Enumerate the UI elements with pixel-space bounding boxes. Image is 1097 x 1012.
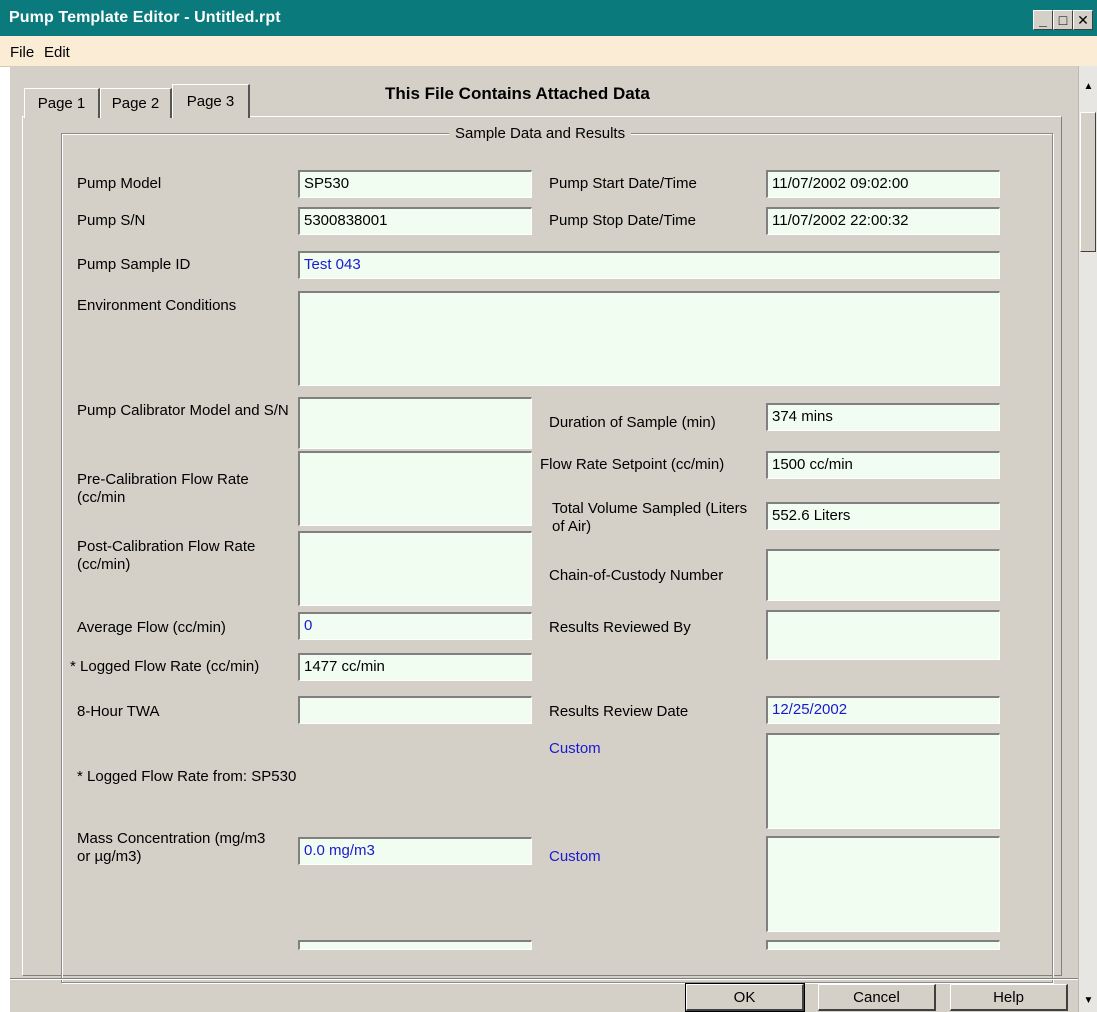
pump-sn-field[interactable]: 5300838001 [298,207,532,235]
close-button[interactable]: ✕ [1073,10,1093,30]
groupbox-title: Sample Data and Results [449,125,632,142]
title-bar[interactable]: Pump Template Editor - Untitled.rpt _ □ … [0,0,1097,36]
maximize-button[interactable]: □ [1053,10,1073,30]
cancel-button[interactable]: Cancel [818,984,936,1011]
environment-field[interactable] [298,291,1000,386]
pump-model-label: Pump Model [77,175,162,192]
twa-field[interactable] [298,696,532,724]
pump-stop-label: Pump Stop Date/Time [549,212,697,229]
review-date-field[interactable]: 12/25/2002 [766,696,1000,724]
custom-2-field[interactable] [766,836,1000,932]
logged-flow-note: * Logged Flow Rate from: SP530 [77,768,297,785]
environment-label: Environment Conditions [77,297,237,314]
partial-field-left[interactable] [298,940,532,950]
tab-page-2[interactable]: Page 2 [100,88,172,118]
reviewed-by-field[interactable] [766,610,1000,660]
setpoint-field[interactable]: 1500 cc/min [766,451,1000,479]
post-cal-label: Post-Calibration Flow Rate (cc/min) [77,538,256,573]
custom-2-label: Custom [549,848,601,865]
help-button[interactable]: Help [950,984,1068,1011]
scroll-down-arrow-icon[interactable]: ▼ [1081,992,1096,1009]
sample-id-label: Pump Sample ID [77,256,191,273]
menu-bar: File Edit [0,36,1097,67]
total-volume-field[interactable]: 552.6 Liters [766,502,1000,530]
pump-start-field[interactable]: 11/07/2002 09:02:00 [766,170,1000,198]
chain-custody-field[interactable] [766,549,1000,601]
menu-edit[interactable]: Edit [44,44,70,61]
pre-cal-field[interactable] [298,451,532,526]
pre-cal-label: Pre-Calibration Flow Rate (cc/min [77,471,249,506]
pump-model-field[interactable]: SP530 [298,170,532,198]
mass-conc-field[interactable]: 0.0 mg/m3 [298,837,532,865]
pump-sn-label: Pump S/N [77,212,146,229]
window-controls: _ □ ✕ [1033,10,1093,30]
logged-flow-field[interactable]: 1477 cc/min [298,653,532,681]
scroll-thumb[interactable] [1080,112,1096,252]
minimize-button[interactable]: _ [1033,10,1053,30]
sample-id-field[interactable]: Test 043 [298,251,1000,279]
tab-page-3[interactable]: Page 3 [172,84,250,118]
tab-page-1[interactable]: Page 1 [24,88,100,118]
logged-flow-label: * Logged Flow Rate (cc/min) [70,658,260,675]
custom-1-field[interactable] [766,733,1000,829]
duration-field[interactable]: 374 mins [766,403,1000,431]
duration-label: Duration of Sample (min) [549,414,716,431]
attached-data-banner: This File Contains Attached Data [385,84,650,103]
avg-flow-label: Average Flow (cc/min) [77,619,226,636]
pump-stop-field[interactable]: 11/07/2002 22:00:32 [766,207,1000,235]
vertical-scrollbar[interactable]: ▲ ▼ [1078,66,1097,1012]
custom-1-label: Custom [549,740,601,757]
mass-conc-label: Mass Concentration (mg/m3 or µg/m3) [77,830,266,865]
twa-label: 8-Hour TWA [77,703,160,720]
partial-field-right[interactable] [766,940,1000,950]
ok-button[interactable]: OK [685,983,805,1012]
calibrator-field[interactable] [298,397,532,449]
pump-start-label: Pump Start Date/Time [549,175,697,192]
scroll-up-arrow-icon[interactable]: ▲ [1081,78,1096,95]
window-title: Pump Template Editor - Untitled.rpt [9,9,281,26]
avg-flow-field[interactable]: 0 [298,612,532,640]
button-separator [10,978,1078,980]
menu-file[interactable]: File [10,44,34,61]
post-cal-field[interactable] [298,531,532,606]
chain-custody-label: Chain-of-Custody Number [549,567,724,584]
review-date-label: Results Review Date [549,703,689,720]
reviewed-by-label: Results Reviewed By [549,619,691,636]
setpoint-label: Flow Rate Setpoint (cc/min) [540,456,725,473]
calibrator-label: Pump Calibrator Model and S/N [77,402,289,419]
total-volume-label: Total Volume Sampled (Liters of Air) [552,500,748,535]
